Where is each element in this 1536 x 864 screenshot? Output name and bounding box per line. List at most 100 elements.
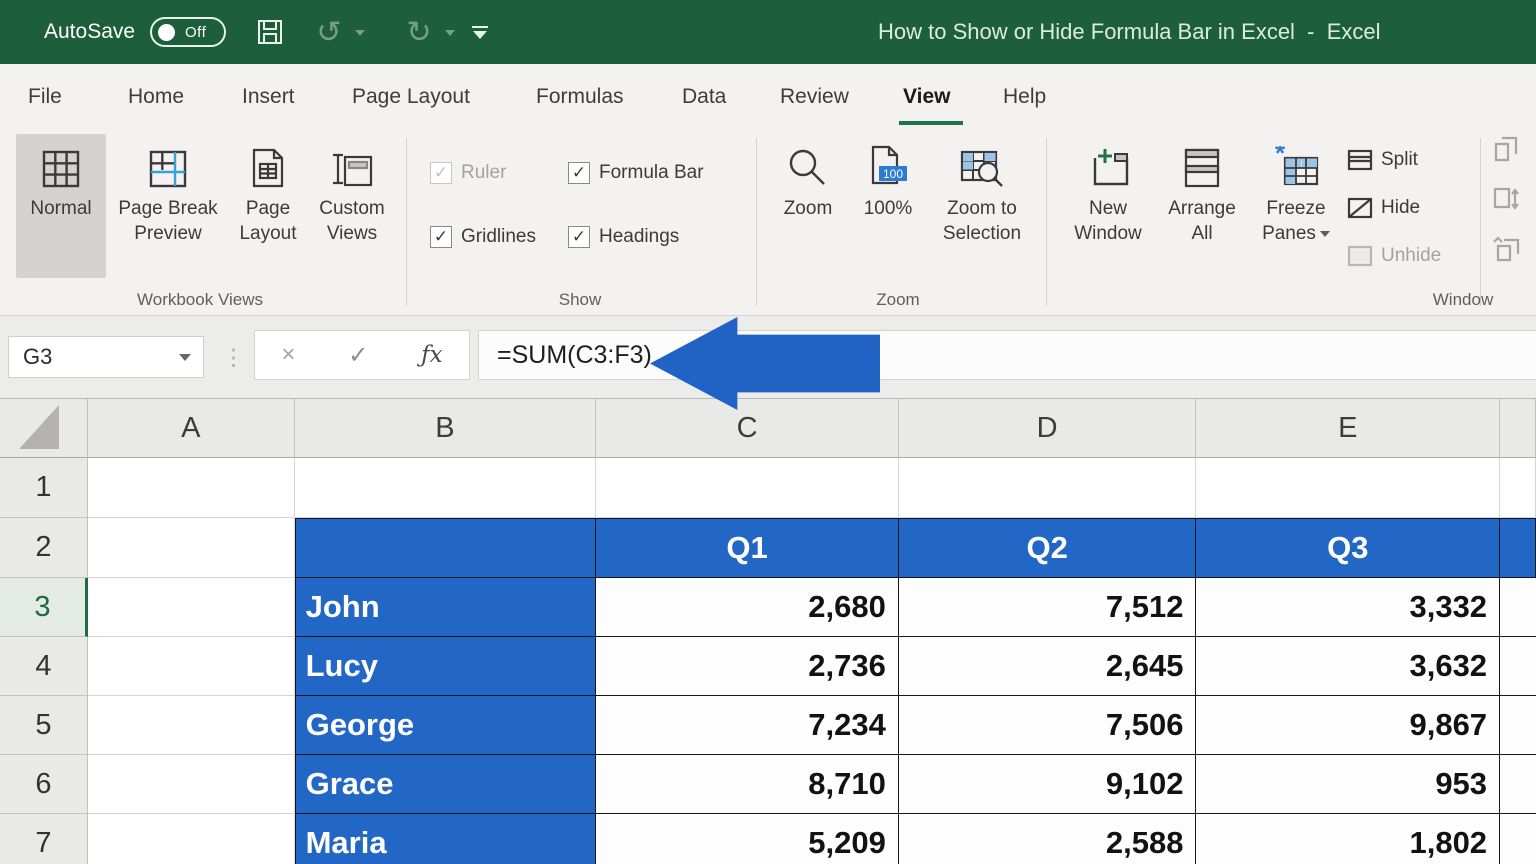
cell-a5[interactable] — [87, 696, 295, 755]
ruler-checkbox[interactable]: ✓ Ruler — [430, 162, 506, 184]
cell-d4[interactable]: 2,645 — [898, 637, 1197, 696]
redo-icon[interactable]: ↻ — [402, 0, 436, 64]
cell-f3-partial[interactable] — [1500, 578, 1536, 637]
formula-bar-checkbox[interactable]: ✓ Formula Bar — [568, 162, 704, 184]
cell-c5[interactable]: 7,234 — [596, 696, 899, 755]
column-header-e[interactable]: E — [1196, 399, 1501, 458]
cell-a3[interactable] — [87, 578, 295, 637]
formula-bar-input[interactable]: =SUM(C3:F3) — [478, 330, 1536, 380]
tab-help[interactable]: Help — [1003, 64, 1046, 130]
cell-c4[interactable]: 2,736 — [596, 637, 899, 696]
cell-b4-name[interactable]: Lucy — [294, 637, 597, 696]
tab-page-layout[interactable]: Page Layout — [352, 64, 470, 130]
unhide-button[interactable]: Unhide — [1346, 240, 1441, 272]
column-header-f-partial[interactable] — [1500, 399, 1536, 458]
page-layout-view-button[interactable]: Page Layout — [230, 134, 306, 278]
row-header-6[interactable]: 6 — [0, 755, 88, 814]
cell-a2[interactable] — [87, 518, 295, 578]
cell-c1[interactable] — [596, 458, 899, 518]
cell-c3[interactable]: 2,680 — [596, 578, 899, 637]
cell-a4[interactable] — [87, 637, 295, 696]
undo-dropdown-icon[interactable] — [355, 30, 365, 36]
cell-d1[interactable] — [898, 458, 1197, 518]
column-header-c[interactable]: C — [596, 399, 899, 458]
cell-e5[interactable]: 9,867 — [1196, 696, 1501, 755]
headings-checkbox[interactable]: ✓ Headings — [568, 226, 679, 248]
zoom-button[interactable]: Zoom — [772, 134, 844, 278]
cell-a1[interactable] — [87, 458, 295, 518]
name-box-dropdown-icon[interactable] — [179, 353, 191, 361]
cell-b3-name[interactable]: John — [294, 578, 597, 637]
cell-e1[interactable] — [1196, 458, 1501, 518]
select-all-corner[interactable] — [0, 399, 88, 458]
row-header-5[interactable]: 5 — [0, 696, 88, 755]
reset-window-position-icon[interactable] — [1492, 236, 1522, 262]
cell-d3[interactable]: 7,512 — [898, 578, 1197, 637]
cell-e7[interactable]: 1,802 — [1196, 814, 1501, 864]
redo-dropdown-icon[interactable] — [445, 30, 455, 36]
customize-quick-access-toolbar-icon[interactable] — [472, 26, 488, 39]
view-side-by-side-icon[interactable] — [1492, 136, 1522, 162]
gridlines-checkbox[interactable]: ✓ Gridlines — [430, 226, 536, 248]
cell-d7[interactable]: 2,588 — [898, 814, 1197, 864]
zoom-100-button[interactable]: 100 100% — [850, 134, 926, 278]
cell-b7-name[interactable]: Maria — [294, 814, 597, 864]
zoom-to-selection-button[interactable]: Zoom to Selection — [930, 134, 1034, 278]
cell-f2-partial[interactable] — [1500, 518, 1536, 578]
cell-f4-partial[interactable] — [1500, 637, 1536, 696]
cell-d6[interactable]: 9,102 — [898, 755, 1197, 814]
cell-f1[interactable] — [1500, 458, 1536, 518]
column-header-d[interactable]: D — [898, 399, 1197, 458]
custom-views-button[interactable]: Custom Views — [306, 134, 398, 278]
insert-function-icon[interactable]: ƒx — [421, 342, 442, 368]
cell-b6-name[interactable]: Grace — [294, 755, 597, 814]
cell-e6[interactable]: 953 — [1196, 755, 1501, 814]
tab-review[interactable]: Review — [780, 64, 849, 130]
cell-b5-name[interactable]: George — [294, 696, 597, 755]
cell-a6[interactable] — [87, 755, 295, 814]
freeze-panes-button[interactable]: * Freeze Panes — [1250, 134, 1342, 278]
cancel-icon[interactable]: × — [281, 341, 295, 369]
column-header-a[interactable]: A — [87, 399, 295, 458]
cell-e4[interactable]: 3,632 — [1196, 637, 1501, 696]
save-icon[interactable] — [252, 0, 288, 64]
split-button[interactable]: Split — [1346, 144, 1418, 176]
cell-f5-partial[interactable] — [1500, 696, 1536, 755]
tab-data[interactable]: Data — [682, 64, 726, 130]
cell-e2-q3[interactable]: Q3 — [1196, 518, 1501, 578]
cell-f7-partial[interactable] — [1500, 814, 1536, 864]
arrange-all-button[interactable]: Arrange All — [1156, 134, 1248, 278]
tab-file[interactable]: File — [28, 64, 62, 130]
cell-c2-q1[interactable]: Q1 — [596, 518, 899, 578]
cell-e3[interactable]: 3,332 — [1196, 578, 1501, 637]
autosave-toggle[interactable]: Off — [150, 17, 226, 47]
cell-d2-q2[interactable]: Q2 — [898, 518, 1197, 578]
new-window-icon — [1085, 142, 1131, 190]
page-break-preview-button[interactable]: Page Break Preview — [112, 134, 224, 278]
tab-home[interactable]: Home — [128, 64, 184, 130]
active-tab-underline — [899, 121, 963, 125]
row-header-7[interactable]: 7 — [0, 814, 88, 864]
undo-icon[interactable]: ↺ — [312, 0, 346, 64]
enter-icon[interactable]: ✓ — [348, 341, 368, 370]
cell-a7[interactable] — [87, 814, 295, 864]
row-header-3-active[interactable]: 3 — [0, 578, 88, 637]
synchronous-scrolling-icon[interactable] — [1492, 186, 1522, 212]
cell-b1[interactable] — [294, 458, 597, 518]
column-header-b[interactable]: B — [294, 399, 597, 458]
hide-button[interactable]: Hide — [1346, 192, 1420, 224]
cell-f6-partial[interactable] — [1500, 755, 1536, 814]
row-header-1[interactable]: 1 — [0, 458, 88, 518]
cell-c6[interactable]: 8,710 — [596, 755, 899, 814]
cell-c7[interactable]: 5,209 — [596, 814, 899, 864]
normal-view-button[interactable]: Normal — [16, 134, 106, 278]
tab-insert[interactable]: Insert — [242, 64, 295, 130]
row-header-4[interactable]: 4 — [0, 637, 88, 696]
cell-b2[interactable] — [294, 518, 597, 578]
group-divider — [756, 138, 757, 306]
row-header-2[interactable]: 2 — [0, 518, 88, 578]
new-window-button[interactable]: New Window — [1064, 134, 1152, 278]
name-box[interactable]: G3 — [8, 336, 204, 378]
tab-formulas[interactable]: Formulas — [536, 64, 624, 130]
cell-d5[interactable]: 7,506 — [898, 696, 1197, 755]
